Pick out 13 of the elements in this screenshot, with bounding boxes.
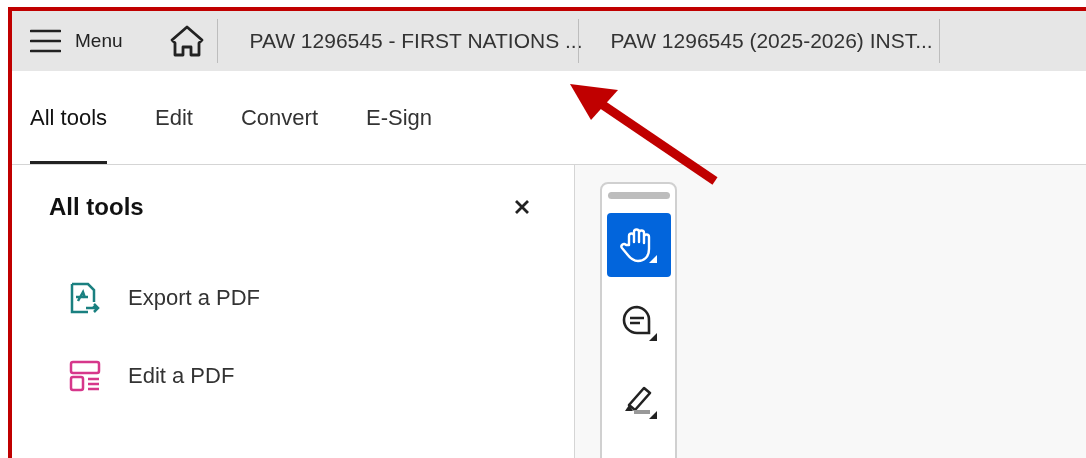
panel-title: All tools [49,193,144,221]
tool-list-item[interactable]: Edit a PDF [68,359,574,393]
pdf-export-icon [68,281,102,315]
tab[interactable]: E-Sign [366,71,433,164]
menu-button[interactable]: Menu [30,25,123,57]
tab[interactable]: All tools [30,71,108,164]
tab[interactable]: Convert [240,71,318,164]
layout-edit-icon [68,359,102,393]
home-icon[interactable] [168,24,205,58]
drag-handle[interactable] [607,192,670,199]
menu-icon [30,29,61,53]
tab[interactable]: Edit [155,71,193,164]
tool-list-item[interactable]: Export a PDF [68,281,574,315]
